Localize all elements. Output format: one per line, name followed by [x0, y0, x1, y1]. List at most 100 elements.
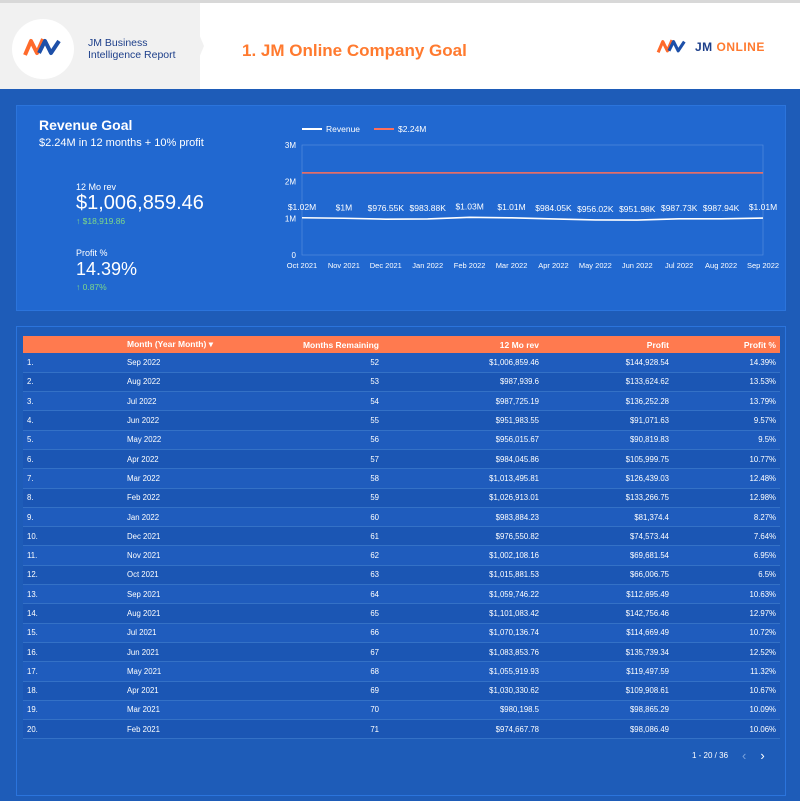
cell-12mo-rev: $1,006,859.46	[383, 353, 543, 373]
sort-desc-icon[interactable]: ▾	[209, 339, 213, 349]
cell-index: 11.	[23, 545, 123, 566]
monthly-table: Month (Year Month) ▾ Months Remaining 12…	[23, 336, 780, 740]
table-row[interactable]: 20. Feb 2021 71 $974,667.78 $98,086.49 10.06%	[23, 719, 780, 740]
cell-months-remaining: 60	[263, 507, 383, 528]
x-tick-label: Dec 2021	[370, 261, 402, 270]
cell-index: 7.	[23, 468, 123, 489]
x-tick-label: Apr 2022	[538, 261, 568, 270]
brand-arrow-shape	[186, 3, 204, 89]
cell-12mo-rev: $983,884.23	[383, 507, 543, 528]
x-tick-label: Feb 2022	[454, 261, 486, 270]
cell-month: Jun 2022	[123, 410, 263, 431]
y-tick-label: 1M	[285, 214, 296, 223]
table-row[interactable]: 4. Jun 2022 55 $951,983.55 $91,071.63 9.57%	[23, 410, 780, 431]
table-row[interactable]: 18. Apr 2021 69 $1,030,330.62 $109,908.61 10.…	[23, 681, 780, 701]
cell-months-remaining: 64	[263, 584, 383, 605]
cell-profit-pct: 8.27%	[673, 507, 780, 528]
table-row[interactable]: 15. Jul 2021 66 $1,070,136.74 $114,669.49 10.…	[23, 623, 780, 643]
cell-months-remaining: 54	[263, 391, 383, 412]
cell-months-remaining: 59	[263, 488, 383, 508]
data-label: $976.55K	[368, 203, 405, 213]
table-row[interactable]: 3. Jul 2022 54 $987,725.19 $136,252.28 13.79%	[23, 391, 780, 412]
cell-profit: $69,681.54	[543, 545, 673, 566]
table-row[interactable]: 12. Oct 2021 63 $1,015,881.53 $66,006.75 6.5%	[23, 565, 780, 586]
x-tick-label: Aug 2022	[705, 261, 737, 270]
table-row[interactable]: 7. Mar 2022 58 $1,013,495.81 $126,439.03 12.4…	[23, 468, 780, 489]
cell-month: Jul 2022	[123, 391, 263, 412]
cell-months-remaining: 71	[263, 719, 383, 740]
table-row[interactable]: 8. Feb 2022 59 $1,026,913.01 $133,266.75 12.9…	[23, 488, 780, 508]
logo-jm-text: JM	[695, 40, 713, 54]
next-page-icon[interactable]: ›	[760, 748, 764, 763]
cell-12mo-rev: $1,055,919.93	[383, 661, 543, 682]
table-row[interactable]: 17. May 2021 68 $1,055,919.93 $119,497.59 11.…	[23, 661, 780, 682]
table-pager: 1 - 20 / 36 ‹ ›	[692, 748, 765, 763]
cell-month: Apr 2022	[123, 449, 263, 470]
cell-month: Sep 2022	[123, 353, 263, 373]
cell-index: 12.	[23, 565, 123, 586]
cell-profit-pct: 14.39%	[673, 353, 780, 373]
cell-profit-pct: 12.98%	[673, 488, 780, 508]
cell-12mo-rev: $1,070,136.74	[383, 623, 543, 643]
col-header-12mo-rev[interactable]: 12 Mo rev	[383, 336, 543, 353]
cell-12mo-rev: $987,939.6	[383, 372, 543, 393]
cell-month: Jan 2022	[123, 507, 263, 528]
jm-online-logo-icon	[656, 39, 686, 53]
data-label: $987.94K	[703, 203, 740, 213]
pager-range: 1 - 20 / 36	[692, 751, 729, 760]
cell-months-remaining: 69	[263, 681, 383, 701]
cell-profit-pct: 12.52%	[673, 642, 780, 663]
cell-months-remaining: 63	[263, 565, 383, 586]
cell-profit-pct: 13.79%	[673, 391, 780, 412]
table-row[interactable]: 9. Jan 2022 60 $983,884.23 $81,374.4 8.27%	[23, 507, 780, 528]
page-title: 1. JM Online Company Goal	[242, 41, 467, 60]
col-header-profit-pct[interactable]: Profit %	[673, 336, 780, 353]
data-label: $951.98K	[619, 204, 656, 214]
table-row[interactable]: 16. Jun 2021 67 $1,083,853.76 $135,739.34 12.…	[23, 642, 780, 663]
cell-month: Feb 2022	[123, 488, 263, 508]
prev-page-icon[interactable]: ‹	[742, 748, 746, 763]
cell-index: 13.	[23, 584, 123, 605]
cell-12mo-rev: $1,101,083.42	[383, 603, 543, 624]
col-header-month[interactable]: Month (Year Month) ▾	[123, 336, 263, 353]
data-label: $1.01M	[497, 202, 525, 212]
table-row[interactable]: 14. Aug 2021 65 $1,101,083.42 $142,756.46 12.…	[23, 603, 780, 624]
kpi-12mo-rev-delta: ↑ $18,919.86	[76, 216, 126, 226]
cell-profit-pct: 10.06%	[673, 719, 780, 740]
cell-profit-pct: 9.57%	[673, 410, 780, 431]
cell-profit-pct: 10.63%	[673, 584, 780, 605]
col-header-months-remaining[interactable]: Months Remaining	[263, 336, 383, 353]
table-row[interactable]: 1. Sep 2022 52 $1,006,859.46 $144,928.54 14.3…	[23, 353, 780, 373]
chart-plot-area: 0 1M 2M 3M Oct 2021 Nov 2021 Dec 2021 Jan 2022 F…	[285, 141, 779, 270]
table-row[interactable]: 10. Dec 2021 61 $976,550.82 $74,573.44 7.64%	[23, 526, 780, 547]
cell-index: 19.	[23, 700, 123, 721]
cell-profit: $91,071.63	[543, 410, 673, 431]
cell-12mo-rev: $1,083,853.76	[383, 642, 543, 663]
cell-profit-pct: 10.72%	[673, 623, 780, 643]
col-header-profit[interactable]: Profit	[543, 336, 673, 353]
cell-month: Jun 2021	[123, 642, 263, 663]
table-row[interactable]: 19. Mar 2021 70 $980,198.5 $98,865.29 10.09%	[23, 700, 780, 721]
table-row[interactable]: 5. May 2022 56 $956,015.67 $90,819.83 9.5%	[23, 430, 780, 450]
col-header-month-label: Month (Year Month)	[127, 339, 207, 349]
cell-12mo-rev: $1,026,913.01	[383, 488, 543, 508]
data-label: $983.88K	[410, 203, 447, 213]
x-tick-label: Jul 2022	[665, 261, 693, 270]
cell-profit: $136,252.28	[543, 391, 673, 412]
cell-month: Mar 2021	[123, 700, 263, 721]
chart-plot-frame	[301, 144, 764, 256]
table-row[interactable]: 2. Aug 2022 53 $987,939.6 $133,624.62 13.53%	[23, 372, 780, 393]
table-row[interactable]: 6. Apr 2022 57 $984,045.86 $105,999.75 10.77%	[23, 449, 780, 470]
data-label: $1.02M	[288, 202, 316, 212]
brand-line-1: JM Business	[88, 37, 148, 49]
cell-index: 9.	[23, 507, 123, 528]
cell-profit: $133,266.75	[543, 488, 673, 508]
cell-month: Apr 2021	[123, 681, 263, 701]
cell-profit: $105,999.75	[543, 449, 673, 470]
cell-month: Nov 2021	[123, 545, 263, 566]
cell-index: 10.	[23, 526, 123, 547]
table-row[interactable]: 11. Nov 2021 62 $1,002,108.16 $69,681.54 6.95…	[23, 545, 780, 566]
table-row[interactable]: 13. Sep 2021 64 $1,059,746.22 $112,695.49 10.…	[23, 584, 780, 605]
cell-profit: $74,573.44	[543, 526, 673, 547]
cell-months-remaining: 70	[263, 700, 383, 721]
